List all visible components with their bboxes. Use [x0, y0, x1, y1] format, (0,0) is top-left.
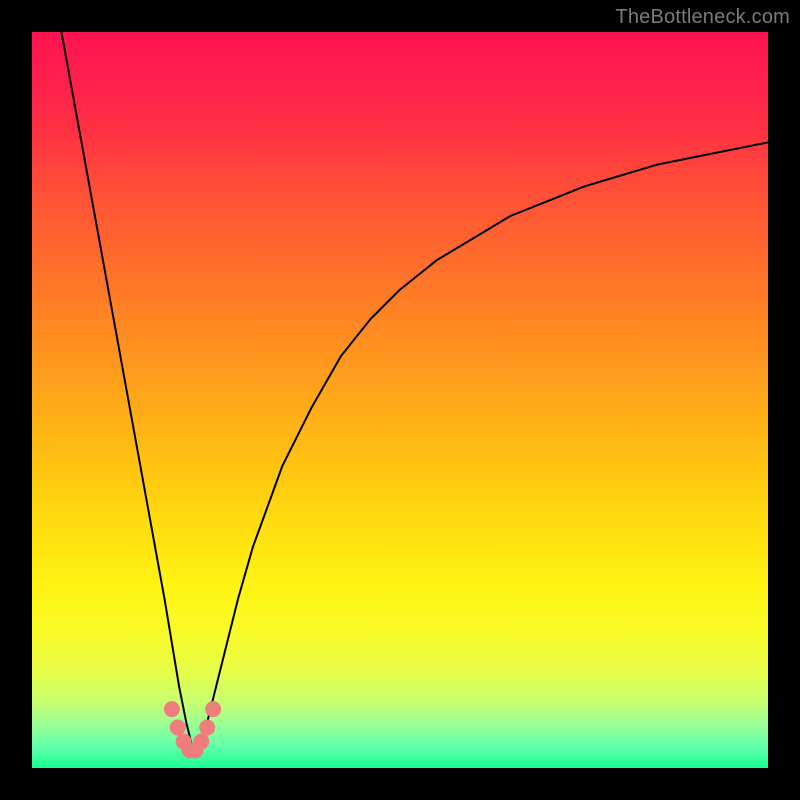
near-minimum-dots — [164, 701, 221, 758]
chart-frame: TheBottleneck.com — [0, 0, 800, 800]
highlight-dot — [205, 701, 221, 717]
highlight-dot — [193, 734, 209, 750]
highlight-dot — [164, 701, 180, 717]
highlight-dot — [170, 720, 186, 736]
watermark-text: TheBottleneck.com — [615, 6, 790, 29]
highlight-dot — [199, 720, 215, 736]
curve-layer — [32, 32, 768, 768]
plot-area — [32, 32, 768, 768]
bottleneck-curve — [61, 32, 768, 753]
